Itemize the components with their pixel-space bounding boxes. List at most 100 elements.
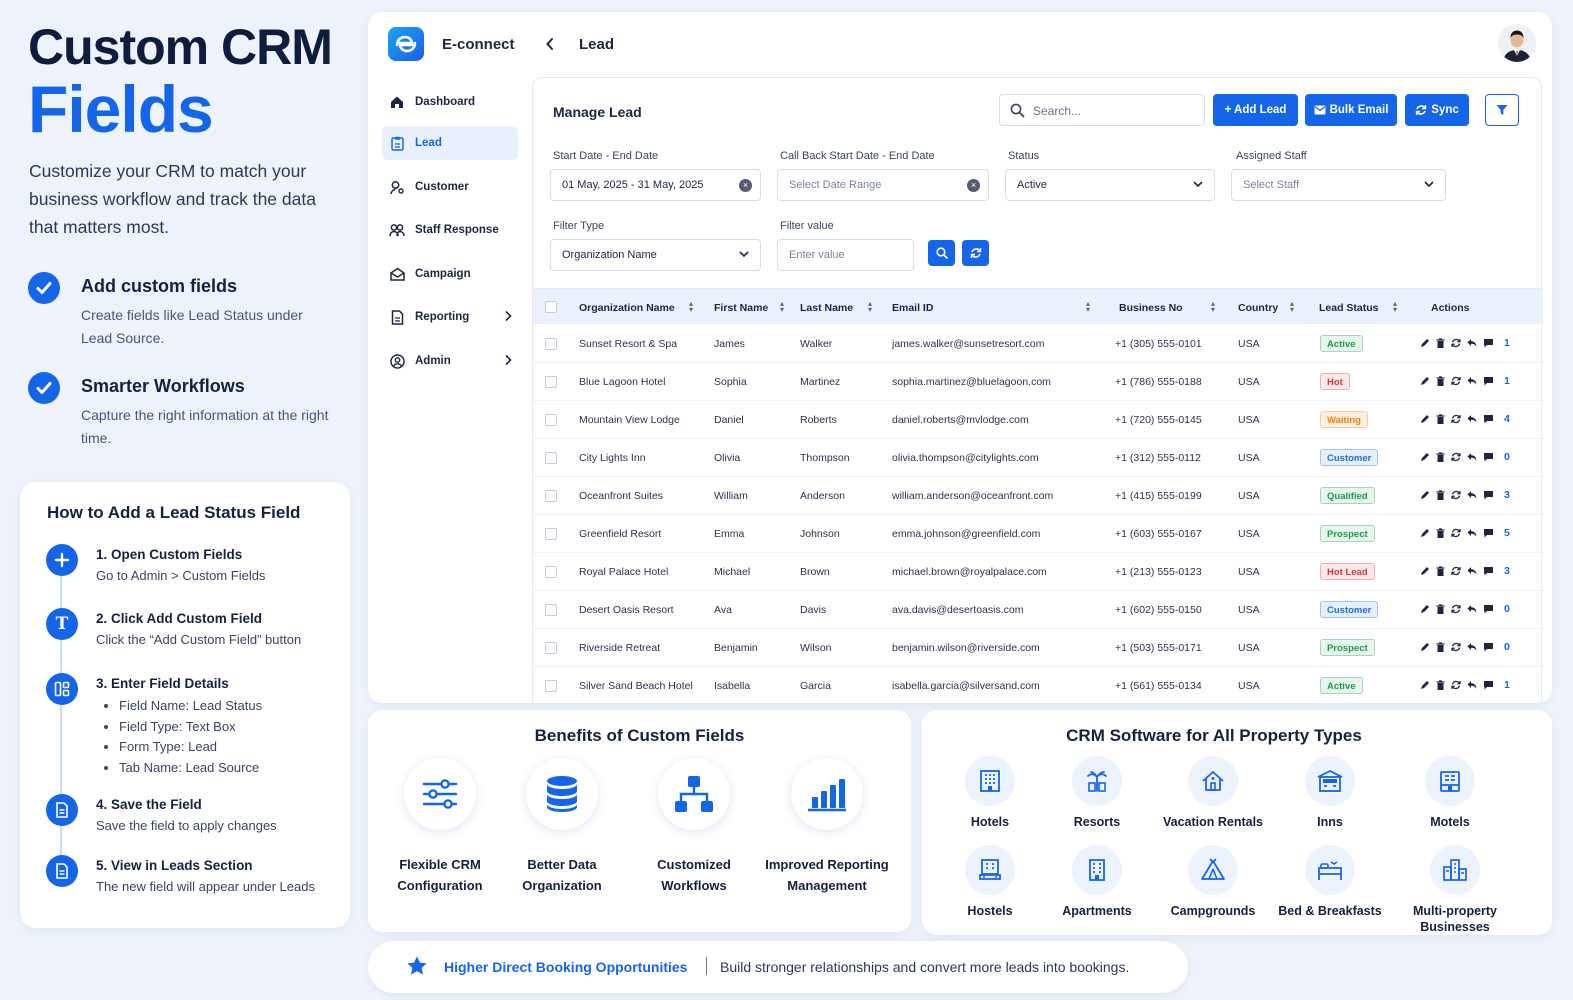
reply-icon[interactable]	[1467, 490, 1477, 500]
clear-icon[interactable]: ×	[967, 179, 980, 192]
edit-icon[interactable]	[1420, 604, 1430, 614]
comment-count[interactable]: 1	[1504, 337, 1510, 349]
row-checkbox[interactable]	[545, 566, 557, 578]
delete-icon[interactable]	[1436, 680, 1445, 690]
comment-count[interactable]: 0	[1504, 603, 1510, 615]
search-input[interactable]: Search...	[999, 94, 1205, 126]
sidebar-item-dashboard[interactable]: Dashboard	[382, 85, 518, 119]
table-row[interactable]: Silver Sand Beach Hotel Isabella Garcia isa…	[533, 667, 1543, 703]
comment-icon[interactable]	[1483, 680, 1494, 690]
edit-icon[interactable]	[1420, 414, 1430, 424]
table-row[interactable]: Greenfield Resort Emma Johnson emma.johnson…	[533, 515, 1543, 553]
edit-icon[interactable]	[1420, 376, 1430, 386]
comment-icon[interactable]	[1483, 414, 1494, 424]
delete-icon[interactable]	[1436, 490, 1445, 500]
row-checkbox[interactable]	[545, 414, 557, 426]
filter-type-select[interactable]: Organization Name	[550, 239, 761, 271]
filter-button[interactable]	[1485, 94, 1519, 126]
reply-icon[interactable]	[1467, 566, 1477, 576]
comment-icon[interactable]	[1483, 338, 1494, 348]
edit-icon[interactable]	[1420, 452, 1430, 462]
table-row[interactable]: City Lights Inn Olivia Thompson olivia.thom…	[533, 439, 1543, 477]
comment-count[interactable]: 4	[1504, 413, 1510, 425]
reply-icon[interactable]	[1467, 604, 1477, 614]
sync-icon[interactable]	[1451, 642, 1461, 652]
sort-icon[interactable]: ▴ ▾	[1393, 300, 1397, 314]
sidebar-item-campaign[interactable]: Campaign	[382, 257, 518, 291]
reply-icon[interactable]	[1467, 414, 1477, 424]
sort-icon[interactable]: ▴ ▾	[1290, 300, 1294, 314]
comment-count[interactable]: 1	[1504, 375, 1510, 387]
comment-icon[interactable]	[1483, 376, 1494, 386]
reply-icon[interactable]	[1467, 338, 1477, 348]
comment-count[interactable]: 0	[1504, 641, 1510, 653]
status-select[interactable]: Active	[1005, 169, 1215, 201]
sync-icon[interactable]	[1451, 528, 1461, 538]
row-checkbox[interactable]	[545, 452, 557, 464]
delete-icon[interactable]	[1436, 452, 1445, 462]
delete-icon[interactable]	[1436, 566, 1445, 576]
comment-count[interactable]: 3	[1504, 489, 1510, 501]
column-header[interactable]: Business No	[1119, 302, 1183, 314]
edit-icon[interactable]	[1420, 528, 1430, 538]
column-header[interactable]: First Name	[714, 302, 768, 314]
delete-icon[interactable]	[1436, 414, 1445, 424]
comment-icon[interactable]	[1483, 604, 1494, 614]
row-checkbox[interactable]	[545, 490, 557, 502]
chevron-left-icon[interactable]	[545, 37, 555, 51]
sync-icon[interactable]	[1451, 338, 1461, 348]
apply-filter-button[interactable]	[928, 240, 955, 266]
callback-range-field[interactable]: Select Date Range ×	[777, 169, 989, 201]
row-checkbox[interactable]	[545, 338, 557, 350]
column-header[interactable]: Last Name	[800, 302, 853, 314]
comment-count[interactable]: 3	[1504, 565, 1510, 577]
filter-value-input[interactable]: Enter value	[777, 239, 914, 271]
edit-icon[interactable]	[1420, 566, 1430, 576]
comment-icon[interactable]	[1483, 642, 1494, 652]
comment-count[interactable]: 5	[1504, 527, 1510, 539]
row-checkbox[interactable]	[545, 680, 557, 692]
row-checkbox[interactable]	[545, 528, 557, 540]
delete-icon[interactable]	[1436, 376, 1445, 386]
column-header[interactable]: Organization Name	[579, 302, 675, 314]
add-lead-button[interactable]: + Add Lead	[1213, 94, 1298, 126]
sort-icon[interactable]: ▴ ▾	[868, 300, 872, 314]
sort-icon[interactable]: ▴ ▾	[780, 300, 784, 314]
delete-icon[interactable]	[1436, 604, 1445, 614]
table-row[interactable]: Riverside Retreat Benjamin Wilson benjamin.…	[533, 629, 1543, 667]
assigned-staff-select[interactable]: Select Staff	[1231, 169, 1446, 201]
comment-count[interactable]: 1	[1504, 679, 1510, 691]
select-all-checkbox[interactable]	[545, 301, 557, 313]
sort-icon[interactable]: ▴ ▾	[1086, 300, 1090, 314]
comment-count[interactable]: 0	[1504, 451, 1510, 463]
sort-icon[interactable]: ▴ ▾	[1211, 300, 1215, 314]
delete-icon[interactable]	[1436, 528, 1445, 538]
sync-icon[interactable]	[1451, 566, 1461, 576]
table-row[interactable]: Mountain View Lodge Daniel Roberts daniel.r…	[533, 401, 1543, 439]
bulk-email-button[interactable]: Bulk Email	[1305, 94, 1397, 126]
sidebar-item-admin[interactable]: Admin	[382, 344, 518, 378]
edit-icon[interactable]	[1420, 490, 1430, 500]
sync-icon[interactable]	[1451, 680, 1461, 690]
sort-icon[interactable]: ▴ ▾	[689, 300, 693, 314]
sidebar-item-reporting[interactable]: Reporting	[382, 300, 518, 334]
reply-icon[interactable]	[1467, 642, 1477, 652]
delete-icon[interactable]	[1436, 338, 1445, 348]
comment-icon[interactable]	[1483, 566, 1494, 576]
sidebar-item-customer[interactable]: Customer	[382, 170, 518, 204]
sync-icon[interactable]	[1451, 376, 1461, 386]
reply-icon[interactable]	[1467, 680, 1477, 690]
column-header[interactable]: Country	[1238, 302, 1278, 314]
edit-icon[interactable]	[1420, 338, 1430, 348]
table-row[interactable]: Sunset Resort & Spa James Walker james.walk…	[533, 325, 1543, 363]
sync-button[interactable]: Sync	[1405, 94, 1469, 126]
avatar[interactable]	[1498, 24, 1536, 62]
reply-icon[interactable]	[1467, 528, 1477, 538]
sync-icon[interactable]	[1451, 414, 1461, 424]
table-row[interactable]: Oceanfront Suites William Anderson william.…	[533, 477, 1543, 515]
sync-icon[interactable]	[1451, 490, 1461, 500]
comment-icon[interactable]	[1483, 528, 1494, 538]
edit-icon[interactable]	[1420, 680, 1430, 690]
comment-icon[interactable]	[1483, 452, 1494, 462]
sync-icon[interactable]	[1451, 452, 1461, 462]
